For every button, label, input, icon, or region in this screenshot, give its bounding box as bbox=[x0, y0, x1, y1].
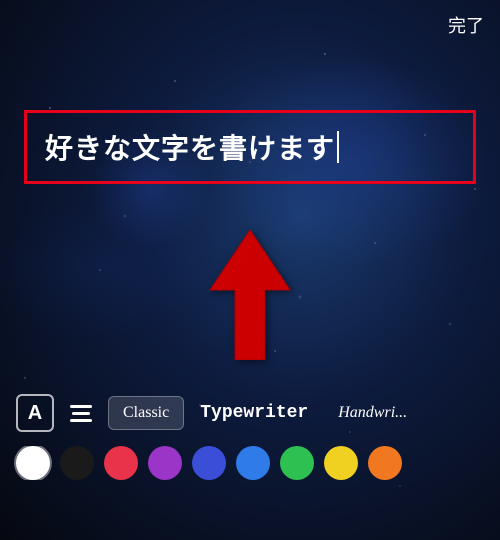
font-option-classic[interactable]: Classic bbox=[108, 396, 184, 430]
color-swatch-red[interactable] bbox=[104, 446, 138, 480]
color-swatch-dark-blue[interactable] bbox=[192, 446, 226, 480]
color-swatch-green[interactable] bbox=[280, 446, 314, 480]
align-icon bbox=[70, 405, 92, 422]
color-swatch-white[interactable] bbox=[16, 446, 50, 480]
text-align-button[interactable] bbox=[62, 394, 100, 432]
font-row: A Classic Typewriter Handwri... bbox=[0, 394, 500, 432]
color-swatch-yellow[interactable] bbox=[324, 446, 358, 480]
font-option-handwriting[interactable]: Handwri... bbox=[324, 397, 421, 429]
text-input-area[interactable]: 好きな文字を書けます bbox=[24, 110, 476, 184]
color-swatch-orange[interactable] bbox=[368, 446, 402, 480]
arrow-indicator bbox=[190, 230, 310, 360]
done-button[interactable]: 完了 bbox=[448, 12, 484, 38]
font-style-button[interactable]: A bbox=[16, 394, 54, 432]
app-container: 完了 好きな文字を書けます A Classic bbox=[0, 0, 500, 540]
align-line-3 bbox=[70, 419, 92, 422]
font-option-typewriter[interactable]: Typewriter bbox=[186, 396, 322, 430]
font-a-icon: A bbox=[28, 402, 42, 425]
text-input-value: 好きな文字を書けます bbox=[45, 127, 335, 167]
color-swatch-blue[interactable] bbox=[236, 446, 270, 480]
align-line-1 bbox=[70, 405, 92, 408]
text-cursor bbox=[337, 131, 339, 163]
color-swatch-black[interactable] bbox=[60, 446, 94, 480]
bottom-toolbar: A Classic Typewriter Handwri... bbox=[0, 394, 500, 480]
align-line-2 bbox=[72, 412, 90, 415]
color-swatch-purple[interactable] bbox=[148, 446, 182, 480]
color-row bbox=[0, 446, 500, 480]
font-options-list: Classic Typewriter Handwri... bbox=[108, 396, 484, 430]
